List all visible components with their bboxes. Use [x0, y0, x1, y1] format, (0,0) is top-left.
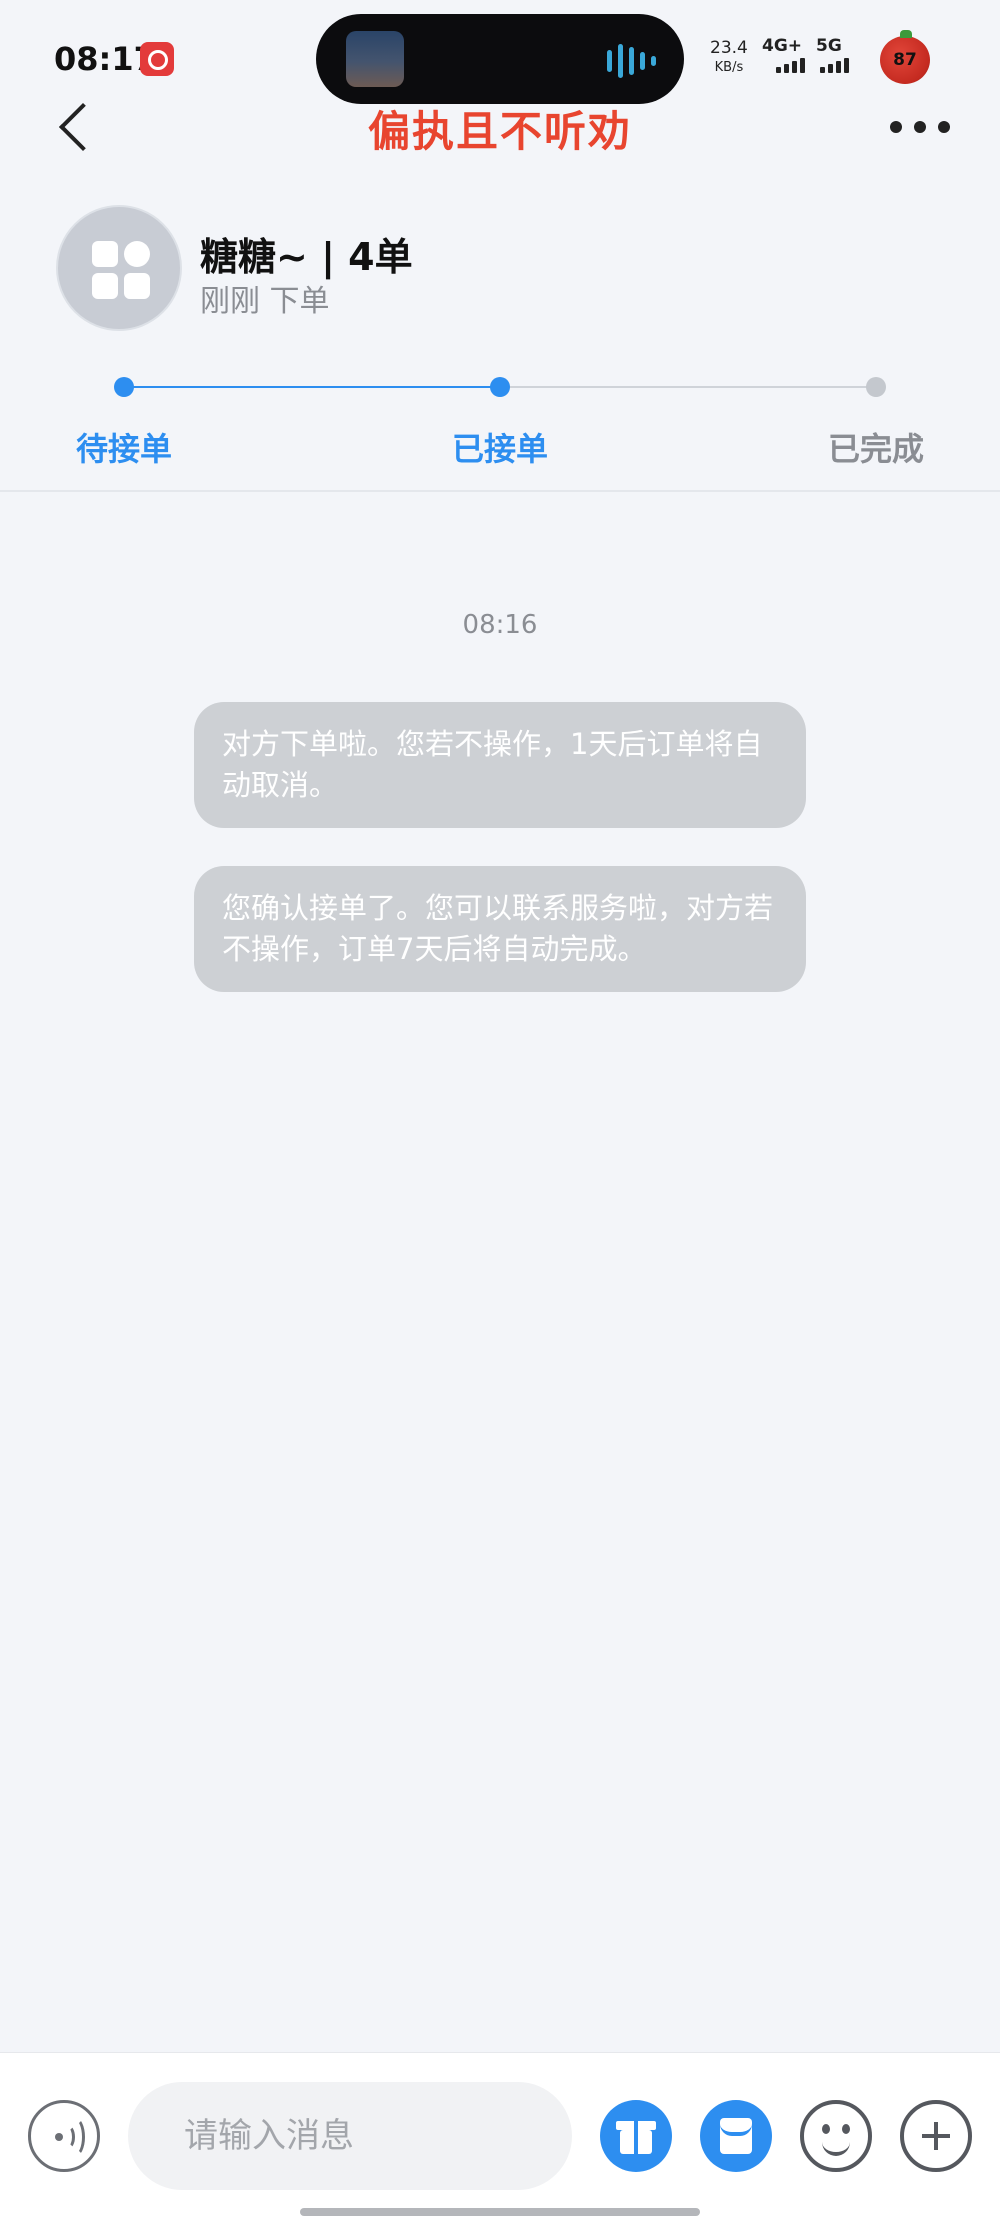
gift-button[interactable] — [600, 2100, 672, 2172]
signal-4g-label: 4G+ — [762, 36, 803, 56]
home-indicator[interactable] — [300, 2208, 700, 2216]
step-label-pending-order: 待接单 — [75, 430, 172, 468]
more-options-button[interactable] — [890, 112, 954, 142]
emoji-button[interactable] — [800, 2100, 872, 2172]
network-speed: 23.4 KB/s — [710, 38, 748, 78]
more-actions-button[interactable] — [900, 2100, 972, 2172]
avatar[interactable] — [56, 205, 182, 331]
music-app-icon — [140, 42, 174, 76]
step-dot-completed — [866, 377, 886, 397]
signal-4g-icon — [776, 58, 805, 73]
page-title: 偏执且不听劝 — [367, 107, 632, 156]
system-message: 对方下单啦。您若不操作，1天后订单将自动取消。 — [194, 702, 806, 828]
progress-track-pending — [500, 386, 876, 388]
system-message: 您确认接单了。您可以联系服务啦，对方若不操作，订单7天后将自动完成。 — [194, 866, 806, 992]
network-speed-value: 23.4 — [710, 38, 748, 58]
app-grid-icon — [92, 241, 150, 299]
step-label-accepted: 已接单 — [451, 430, 548, 468]
chat-timestamp: 08:16 — [462, 610, 538, 640]
album-cover-icon — [346, 31, 404, 87]
step-dot-accepted — [490, 377, 510, 397]
network-speed-unit: KB/s — [714, 60, 744, 75]
emoji-icon — [822, 2124, 830, 2134]
more-dot-icon — [938, 121, 950, 133]
red-packet-button[interactable] — [700, 2100, 772, 2172]
progress-track-active — [124, 386, 500, 388]
signal-5g-label: 5G — [816, 36, 842, 56]
header-divider — [0, 490, 1000, 492]
voice-button[interactable] — [28, 2100, 100, 2172]
audio-wave-icon — [607, 44, 656, 78]
step-dot-pending-order — [114, 377, 134, 397]
more-dot-icon — [890, 121, 902, 133]
status-bar: 08:17 23.4 KB/s 4G+ 5G 87 — [0, 0, 1000, 110]
step-label-completed: 已完成 — [827, 430, 924, 468]
order-time: 刚刚 下单 — [200, 284, 330, 319]
more-dot-icon — [914, 121, 926, 133]
order-progress: 待接单 已接单 已完成 — [0, 360, 1000, 490]
customer-name: 糖糖~ | 4单 — [200, 235, 413, 279]
battery-level: 87 — [893, 50, 917, 70]
battery-icon: 87 — [880, 30, 930, 84]
back-button[interactable] — [50, 98, 106, 158]
signal-5g-icon — [820, 58, 849, 73]
message-input[interactable] — [128, 2082, 572, 2190]
dynamic-island[interactable] — [316, 14, 684, 104]
